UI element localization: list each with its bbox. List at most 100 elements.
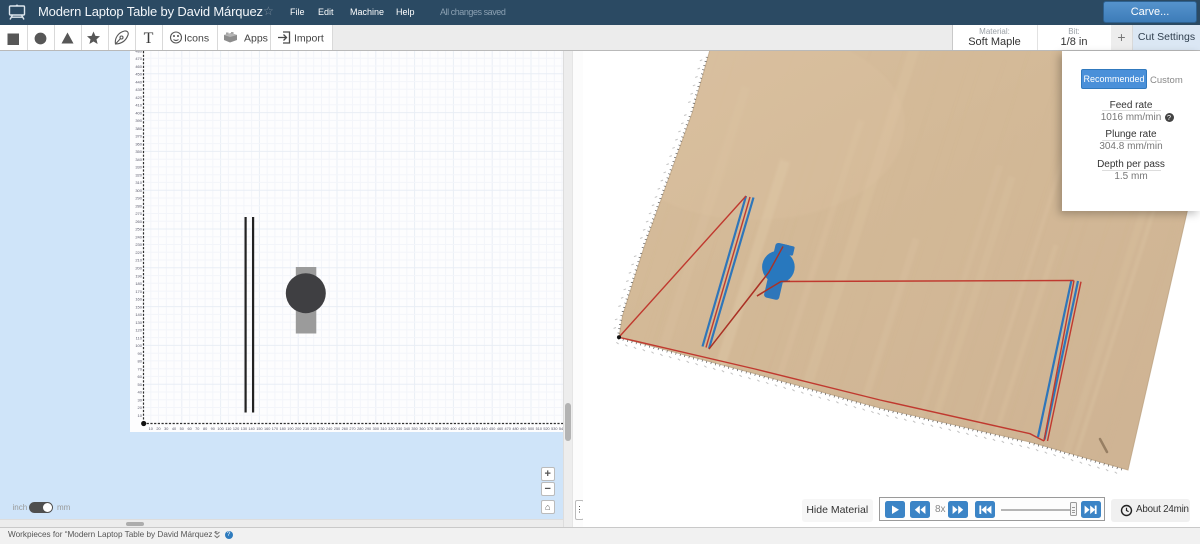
svg-text:130: 130 — [241, 427, 247, 431]
svg-text:350: 350 — [411, 427, 417, 431]
svg-text:420: 420 — [135, 95, 142, 100]
svg-text:100: 100 — [135, 343, 142, 348]
svg-text:260: 260 — [342, 427, 348, 431]
svg-text:Import: Import — [294, 33, 324, 45]
svg-text:470: 470 — [505, 427, 511, 431]
svg-text:330: 330 — [135, 165, 142, 170]
svg-text:30: 30 — [164, 427, 168, 431]
svg-text:480: 480 — [135, 51, 142, 53]
svg-text:Apps: Apps — [244, 33, 268, 45]
svg-text:390: 390 — [442, 427, 448, 431]
svg-text:470: 470 — [135, 56, 142, 61]
svg-text:170: 170 — [272, 427, 278, 431]
svg-text:180: 180 — [280, 427, 286, 431]
svg-text:460: 460 — [497, 427, 503, 431]
svg-text:290: 290 — [135, 196, 142, 201]
svg-text:490: 490 — [520, 427, 526, 431]
svg-text:200: 200 — [295, 427, 301, 431]
svg-text:240: 240 — [326, 427, 332, 431]
svg-text:70: 70 — [195, 427, 199, 431]
svg-text:450: 450 — [135, 72, 142, 77]
svg-text:230: 230 — [135, 242, 142, 247]
svg-text:400: 400 — [135, 110, 142, 115]
svg-text:110: 110 — [225, 427, 231, 431]
svg-text:120: 120 — [135, 328, 142, 333]
svg-text:80: 80 — [138, 359, 143, 364]
svg-text:430: 430 — [135, 87, 142, 92]
svg-text:T: T — [144, 30, 154, 47]
svg-text:380: 380 — [135, 126, 142, 131]
svg-text:210: 210 — [135, 258, 142, 263]
svg-text:280: 280 — [135, 204, 142, 209]
svg-text:340: 340 — [404, 427, 410, 431]
svg-text:460: 460 — [135, 64, 142, 69]
svg-text:230: 230 — [318, 427, 324, 431]
svg-text:100: 100 — [217, 427, 223, 431]
svg-text:30: 30 — [138, 397, 143, 402]
svg-text:160: 160 — [264, 427, 270, 431]
svg-text:170: 170 — [135, 289, 142, 294]
svg-text:270: 270 — [135, 211, 142, 216]
svg-text:290: 290 — [365, 427, 371, 431]
svg-text:300: 300 — [373, 427, 379, 431]
svg-text:130: 130 — [135, 320, 142, 325]
svg-text:340: 340 — [135, 157, 142, 162]
svg-text:240: 240 — [135, 235, 142, 240]
svg-text:120: 120 — [233, 427, 239, 431]
svg-text:20: 20 — [138, 405, 143, 410]
svg-text:450: 450 — [489, 427, 495, 431]
svg-text:180: 180 — [135, 281, 142, 286]
svg-text:250: 250 — [334, 427, 340, 431]
svg-text:410: 410 — [135, 103, 142, 108]
svg-text:480: 480 — [512, 427, 518, 431]
svg-text:250: 250 — [135, 227, 142, 232]
svg-text:200: 200 — [135, 266, 142, 271]
svg-text:70: 70 — [138, 366, 143, 371]
svg-text:350: 350 — [135, 149, 142, 154]
svg-text:310: 310 — [135, 180, 142, 185]
svg-text:90: 90 — [138, 351, 143, 356]
svg-text:190: 190 — [135, 273, 142, 278]
svg-text:390: 390 — [135, 118, 142, 123]
svg-text:150: 150 — [256, 427, 262, 431]
svg-text:220: 220 — [311, 427, 317, 431]
svg-text:420: 420 — [466, 427, 472, 431]
svg-text:360: 360 — [419, 427, 425, 431]
svg-text:260: 260 — [135, 219, 142, 224]
svg-text:370: 370 — [427, 427, 433, 431]
svg-text:60: 60 — [187, 427, 191, 431]
svg-text:500: 500 — [528, 427, 534, 431]
svg-text:410: 410 — [458, 427, 464, 431]
svg-text:280: 280 — [357, 427, 363, 431]
svg-text:520: 520 — [543, 427, 549, 431]
svg-text:400: 400 — [450, 427, 456, 431]
svg-text:90: 90 — [211, 427, 215, 431]
svg-text:Icons: Icons — [184, 33, 209, 45]
svg-text:40: 40 — [138, 390, 143, 395]
svg-text:440: 440 — [481, 427, 487, 431]
svg-text:270: 270 — [349, 427, 355, 431]
svg-text:310: 310 — [380, 427, 386, 431]
svg-text:60: 60 — [138, 374, 143, 379]
svg-text:380: 380 — [435, 427, 441, 431]
svg-text:210: 210 — [303, 427, 309, 431]
svg-text:190: 190 — [287, 427, 293, 431]
svg-text:160: 160 — [135, 297, 142, 302]
svg-text:50: 50 — [138, 382, 143, 387]
svg-text:80: 80 — [203, 427, 207, 431]
svg-text:530: 530 — [551, 427, 557, 431]
svg-text:10: 10 — [149, 427, 153, 431]
svg-text:220: 220 — [135, 250, 142, 255]
svg-text:20: 20 — [156, 427, 160, 431]
svg-text:140: 140 — [135, 312, 142, 317]
svg-text:440: 440 — [135, 79, 142, 84]
svg-text:320: 320 — [135, 172, 142, 177]
svg-text:110: 110 — [136, 335, 143, 340]
svg-text:370: 370 — [135, 134, 142, 139]
svg-text:10: 10 — [138, 413, 143, 418]
svg-text:150: 150 — [135, 304, 142, 309]
svg-text:330: 330 — [396, 427, 402, 431]
svg-text:510: 510 — [536, 427, 542, 431]
svg-text:40: 40 — [172, 427, 176, 431]
svg-text:320: 320 — [388, 427, 394, 431]
